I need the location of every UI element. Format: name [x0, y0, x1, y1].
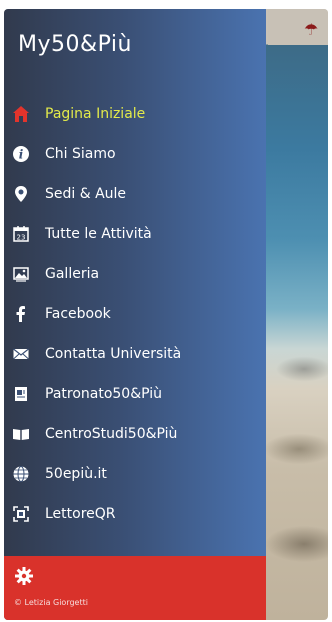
- settings-gear-icon[interactable]: [14, 566, 34, 586]
- menu-item-chi-siamo[interactable]: i Chi Siamo: [4, 135, 266, 173]
- book-icon: [10, 423, 32, 445]
- drawer-footer: © Letizia Giorgetti: [4, 556, 266, 620]
- app-screen: ☂ My50&Più Pagina Iniziale i Chi Siamo S…: [4, 9, 328, 620]
- home-icon: [10, 103, 32, 125]
- copyright-text: © Letizia Giorgetti: [14, 598, 88, 607]
- menu-item-contatta-universita[interactable]: Contatta Università: [4, 335, 266, 373]
- info-icon: i: [10, 143, 32, 165]
- mail-icon: [10, 343, 32, 365]
- menu-item-label: Sedi & Aule: [45, 186, 127, 202]
- menu-item-sedi-aule[interactable]: Sedi & Aule: [4, 175, 266, 213]
- menu-item-label: Pagina Iniziale: [45, 106, 146, 122]
- navigation-drawer: My50&Più Pagina Iniziale i Chi Siamo Sed…: [4, 9, 266, 620]
- menu-item-label: Tutte le Attività: [45, 226, 152, 242]
- menu-item-label: LettoreQR: [45, 506, 116, 522]
- svg-text:23: 23: [17, 234, 26, 242]
- menu-item-label: Facebook: [45, 306, 111, 322]
- menu-item-tutte-attivita[interactable]: 23 Tutte le Attività: [4, 215, 266, 253]
- menu-item-patronato[interactable]: Patronato50&Più: [4, 375, 266, 413]
- qr-scanner-icon: [10, 503, 32, 525]
- calendar-icon: 23: [10, 223, 32, 245]
- menu-item-label: Contatta Università: [45, 346, 182, 362]
- facebook-icon: [10, 303, 32, 325]
- menu-item-label: CentroStudi50&Più: [45, 426, 178, 442]
- globe-icon: [10, 463, 32, 485]
- menu-item-label: Patronato50&Più: [45, 386, 163, 402]
- menu-item-centrostudi[interactable]: CentroStudi50&Più: [4, 415, 266, 453]
- svg-text:i: i: [19, 148, 24, 162]
- location-pin-icon: [10, 183, 32, 205]
- gallery-icon: [10, 263, 32, 285]
- umbrella-logo-icon[interactable]: ☂: [304, 22, 322, 38]
- menu-item-label: 50epiù.it: [45, 466, 107, 482]
- menu-item-50epiu-it[interactable]: 50epiù.it: [4, 455, 266, 493]
- menu-item-label: Chi Siamo: [45, 146, 116, 162]
- menu-item-pagina-iniziale[interactable]: Pagina Iniziale: [4, 95, 266, 133]
- menu-item-lettoreqr[interactable]: LettoreQR: [4, 495, 266, 533]
- menu-item-facebook[interactable]: Facebook: [4, 295, 266, 333]
- app-title: My50&Più: [18, 32, 132, 57]
- menu-item-label: Galleria: [45, 266, 100, 282]
- menu-item-galleria[interactable]: Galleria: [4, 255, 266, 293]
- patronato-icon: [10, 383, 32, 405]
